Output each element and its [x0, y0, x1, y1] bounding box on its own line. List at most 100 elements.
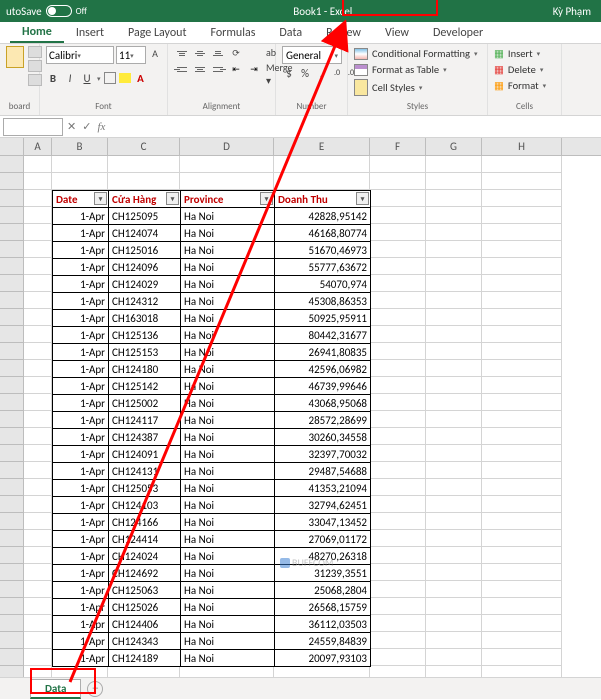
cell-date[interactable]: 1-Apr [53, 361, 109, 378]
tab-view[interactable]: View [373, 22, 421, 43]
table-row[interactable]: 1-AprCH124180Ha Noi42596,06982 [53, 361, 371, 378]
cell-styles-button[interactable]: Cell Styles ▾ [354, 78, 477, 97]
cell-store[interactable]: CH125016 [109, 242, 181, 259]
cell-store[interactable]: CH125026 [109, 599, 181, 616]
increase-indent-icon[interactable]: ⇥ [246, 62, 262, 76]
cell-store[interactable]: CH124029 [109, 276, 181, 293]
font-color-button[interactable]: A [134, 71, 148, 85]
col-header-g[interactable]: G [426, 138, 482, 155]
delete-cells-button[interactable]: ▦Delete ▾ [494, 62, 546, 77]
conditional-formatting-button[interactable]: Conditional Formatting ▾ [354, 46, 477, 61]
cell-store[interactable]: CH125053 [109, 480, 181, 497]
format-cells-button[interactable]: ▦Format ▾ [494, 78, 546, 93]
cell-store[interactable]: CH124024 [109, 548, 181, 565]
align-left-icon[interactable] [174, 62, 190, 76]
table-row[interactable]: 1-AprCH125053Ha Noi41353,21094 [53, 480, 371, 497]
cell-province[interactable]: Ha Noi [181, 480, 275, 497]
cell-store[interactable]: CH124692 [109, 565, 181, 582]
table-row[interactable]: 1-AprCH125002Ha Noi43068,95068 [53, 395, 371, 412]
cell-date[interactable]: 1-Apr [53, 565, 109, 582]
cell-store[interactable]: CH125153 [109, 344, 181, 361]
underline-button[interactable]: U [80, 71, 94, 85]
font-name-select[interactable]: Calibri ▾ [46, 46, 114, 64]
cell-province[interactable]: Ha Noi [181, 565, 275, 582]
table-row[interactable]: 1-AprCH124029Ha Noi54070,974 [53, 276, 371, 293]
cell-revenue[interactable]: 24559,84839 [275, 633, 371, 650]
formula-bar[interactable] [105, 118, 601, 136]
cell-revenue[interactable]: 42828,95142 [275, 208, 371, 225]
header-date[interactable]: Date▾ [53, 191, 109, 208]
cell-province[interactable]: Ha Noi [181, 327, 275, 344]
cell-date[interactable]: 1-Apr [53, 480, 109, 497]
cell-province[interactable]: Ha Noi [181, 463, 275, 480]
cell-revenue[interactable]: 30260,34558 [275, 429, 371, 446]
table-row[interactable]: 1-AprCH124343Ha Noi24559,84839 [53, 633, 371, 650]
table-row[interactable]: 1-AprCH125153Ha Noi26941,80835 [53, 344, 371, 361]
tab-insert[interactable]: Insert [64, 22, 116, 43]
cell-province[interactable]: Ha Noi [181, 616, 275, 633]
cell-revenue[interactable]: 32397,70032 [275, 446, 371, 463]
align-bottom-icon[interactable] [210, 46, 226, 60]
table-row[interactable]: 1-AprCH124387Ha Noi30260,34558 [53, 429, 371, 446]
cell-revenue[interactable]: 48270,26318 [275, 548, 371, 565]
cell-date[interactable]: 1-Apr [53, 497, 109, 514]
table-row[interactable]: 1-AprCH124091Ha Noi32397,70032 [53, 446, 371, 463]
cell-province[interactable]: Ha Noi [181, 310, 275, 327]
cell-revenue[interactable]: 31239,3551 [275, 565, 371, 582]
filter-icon[interactable]: ▾ [260, 192, 273, 205]
cell-date[interactable]: 1-Apr [53, 293, 109, 310]
cell-province[interactable]: Ha Noi [181, 395, 275, 412]
cell-date[interactable]: 1-Apr [53, 310, 109, 327]
cell-store[interactable]: CH163018 [109, 310, 181, 327]
cell-province[interactable]: Ha Noi [181, 514, 275, 531]
table-row[interactable]: 1-AprCH124189Ha Noi20097,93103 [53, 650, 371, 667]
table-row[interactable]: 1-AprCH125026Ha Noi26568,15759 [53, 599, 371, 616]
cell-date[interactable]: 1-Apr [53, 378, 109, 395]
italic-button[interactable]: I [63, 71, 77, 85]
cell-revenue[interactable]: 50925,95911 [275, 310, 371, 327]
add-sheet-button[interactable]: + [87, 681, 103, 697]
increase-decimal-icon[interactable]: .0 [330, 66, 344, 80]
cell-province[interactable]: Ha Noi [181, 582, 275, 599]
col-header-e[interactable]: E [274, 138, 370, 155]
cell-store[interactable]: CH124406 [109, 616, 181, 633]
cell-date[interactable]: 1-Apr [53, 327, 109, 344]
cell-date[interactable]: 1-Apr [53, 242, 109, 259]
cell-revenue[interactable]: 26941,80835 [275, 344, 371, 361]
fill-color-button[interactable] [119, 73, 131, 83]
cell-province[interactable]: Ha Noi [181, 344, 275, 361]
cell-province[interactable]: Ha Noi [181, 276, 275, 293]
tab-review[interactable]: Review [314, 22, 373, 43]
cell-province[interactable]: Ha Noi [181, 548, 275, 565]
cell-revenue[interactable]: 42596,06982 [275, 361, 371, 378]
cell-province[interactable]: Ha Noi [181, 208, 275, 225]
cell-store[interactable]: CH125142 [109, 378, 181, 395]
table-row[interactable]: 1-AprCH124131Ha Noi29487,54688 [53, 463, 371, 480]
autosave-toggle[interactable]: utoSave Off [0, 5, 93, 18]
filter-icon[interactable]: ▾ [166, 192, 179, 205]
number-format-select[interactable]: General▾ [282, 46, 342, 64]
align-center-icon[interactable] [192, 62, 208, 76]
cell-date[interactable]: 1-Apr [53, 514, 109, 531]
tab-developer[interactable]: Developer [421, 22, 495, 43]
table-row[interactable]: 1-AprCH124166Ha Noi33047,13452 [53, 514, 371, 531]
cell-province[interactable]: Ha Noi [181, 446, 275, 463]
cell-date[interactable]: 1-Apr [53, 616, 109, 633]
table-row[interactable]: 1-AprCH124312Ha Noi45308,86353 [53, 293, 371, 310]
cell-date[interactable]: 1-Apr [53, 446, 109, 463]
cell-store[interactable]: CH124103 [109, 497, 181, 514]
header-store[interactable]: Cửa Hàng▾ [109, 191, 181, 208]
tab-page-layout[interactable]: Page Layout [116, 22, 198, 43]
cell-date[interactable]: 1-Apr [53, 429, 109, 446]
cell-revenue[interactable]: 29487,54688 [275, 463, 371, 480]
cell-date[interactable]: 1-Apr [53, 633, 109, 650]
cell-revenue[interactable]: 55777,63672 [275, 259, 371, 276]
cell-revenue[interactable]: 36112,03503 [275, 616, 371, 633]
font-size-select[interactable]: 11 ▾ [116, 46, 146, 64]
decrease-indent-icon[interactable]: ⇤ [228, 62, 244, 76]
cell-date[interactable]: 1-Apr [53, 582, 109, 599]
table-row[interactable]: 1-AprCH124096Ha Noi55777,63672 [53, 259, 371, 276]
cell-date[interactable]: 1-Apr [53, 225, 109, 242]
cell-store[interactable]: CH124414 [109, 531, 181, 548]
table-row[interactable]: 1-AprCH125136Ha Noi80442,31677 [53, 327, 371, 344]
